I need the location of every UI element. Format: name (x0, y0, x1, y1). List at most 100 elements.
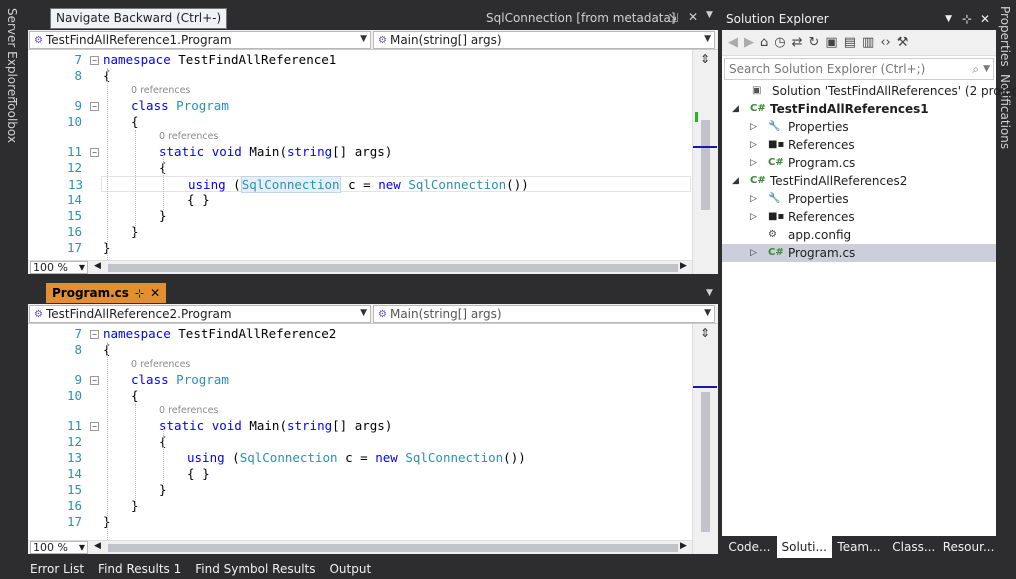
app-config-node[interactable]: ⚙ app.config (722, 226, 996, 244)
code-line[interactable]: 17} (28, 240, 692, 256)
program-cs-node[interactable]: ▷ C# Program.cs (722, 154, 996, 172)
references-node[interactable]: ▷ ■▪ References (722, 208, 996, 226)
code-line[interactable]: 9 class Program (28, 372, 692, 388)
scroll-right-icon[interactable]: ▶ (680, 541, 687, 551)
code-line[interactable]: 8{ (28, 342, 692, 358)
split-icon[interactable]: ⇕ (700, 326, 710, 340)
forward-icon[interactable]: ▶ (744, 35, 754, 50)
program-cs-node[interactable]: ▷ C# Program.cs (722, 244, 996, 262)
code-line[interactable]: 17} (28, 514, 692, 530)
tab-find-symbol-results[interactable]: Find Symbol Results (195, 560, 315, 579)
tab-output[interactable]: Output (329, 560, 371, 579)
code-line[interactable]: 14 { } (28, 192, 692, 208)
references-node[interactable]: ▷ ■▪ References (722, 136, 996, 154)
horizontal-scroll-thumb[interactable] (108, 264, 678, 272)
scroll-right-icon[interactable]: ▶ (680, 261, 687, 271)
codelens-references[interactable]: 0 references (131, 85, 190, 96)
solution-search-input[interactable]: Search Solution Explorer (Ctrl+;) ⌕ ▼ (724, 58, 994, 80)
metadata-document-title[interactable]: SqlConnection [from metadata] (486, 8, 676, 28)
codelens-references[interactable]: 0 references (131, 359, 190, 370)
codelens-references[interactable]: 0 references (159, 131, 218, 142)
type-dropdown[interactable]: ⚙ TestFindAllReference1.Program ▼ (29, 31, 371, 49)
close-icon[interactable]: ✕ (150, 286, 160, 300)
member-dropdown[interactable]: ⚙ Main(string[] args) ▼ (373, 31, 715, 49)
collapsed-arrow-icon[interactable]: ▷ (750, 154, 757, 172)
chevron-down-icon[interactable]: ▼ (706, 288, 713, 298)
code-line[interactable]: 10 { (28, 388, 692, 404)
tab-code-analysis[interactable]: Code... (722, 536, 777, 558)
close-icon[interactable]: ✕ (688, 10, 698, 24)
collapsed-arrow-icon[interactable]: ▷ (750, 208, 757, 226)
back-icon[interactable]: ◀ (728, 35, 738, 50)
code-line[interactable]: 15} (28, 208, 692, 224)
toolbox-tab[interactable]: Toolbox (5, 98, 19, 143)
collapsed-arrow-icon[interactable]: ▷ (750, 136, 757, 154)
project-node[interactable]: ◢ C# TestFindAllReferences1 (722, 100, 996, 118)
collapse-region-icon[interactable]: − (90, 330, 99, 339)
tab-class-view[interactable]: Class... (886, 536, 941, 558)
code-line[interactable]: 9 class Program (28, 98, 692, 114)
chevron-down-icon[interactable]: ▼ (706, 10, 713, 20)
collapse-region-icon[interactable]: − (90, 102, 99, 111)
code-line[interactable]: 16} (28, 498, 692, 514)
code-line[interactable]: 11 static void Main(string[] args) (28, 418, 692, 434)
zoom-dropdown[interactable]: 100 % ▼ (30, 541, 88, 554)
search-icon[interactable]: ⌕ (972, 59, 979, 79)
zoom-dropdown[interactable]: 100 % ▼ (30, 261, 88, 274)
code-line[interactable]: 13 using (SqlConnection c = new SqlConnec… (28, 450, 692, 466)
tab-find-results[interactable]: Find Results 1 (98, 560, 181, 579)
scroll-left-icon[interactable]: ◀ (94, 261, 101, 271)
chevron-down-icon[interactable]: ▼ (945, 8, 952, 30)
collapsed-arrow-icon[interactable]: ▷ (750, 190, 757, 208)
properties-wrench-icon[interactable]: ⚒ (897, 35, 909, 50)
code-line[interactable]: 16} (28, 224, 692, 240)
scroll-left-icon[interactable]: ◀ (94, 541, 101, 551)
type-dropdown[interactable]: ⚙ TestFindAllReference2.Program ▼ (29, 305, 371, 323)
code-line[interactable]: 7 namespace TestFindAllReference1 (28, 52, 692, 68)
chevron-down-icon[interactable]: ▼ (983, 59, 990, 79)
pin-icon[interactable]: ⊹ (135, 287, 144, 300)
top-vertical-scrollbar[interactable]: ⇕ (692, 50, 718, 274)
horizontal-scroll-thumb[interactable] (108, 544, 678, 552)
tab-program-cs[interactable]: Program.cs ⊹ ✕ (46, 283, 167, 303)
collapsed-arrow-icon[interactable]: ▷ (750, 244, 757, 262)
server-explorer-tab[interactable]: Server Explorer (5, 8, 19, 101)
properties-tab[interactable]: Properties (998, 6, 1012, 67)
code-line[interactable]: 10 { (28, 114, 692, 130)
scroll-thumb[interactable] (701, 120, 710, 210)
properties-node[interactable]: ▷ 🔧 Properties (722, 118, 996, 136)
top-code-editor[interactable]: 7 namespace TestFindAllReference1−8{0 ref… (28, 50, 692, 260)
sync-icon[interactable]: ⇄ (792, 35, 803, 50)
bottom-code-editor[interactable]: 7 namespace TestFindAllReference2−8{0 ref… (28, 324, 692, 540)
tab-resource-view[interactable]: Resour... (941, 536, 996, 558)
collapse-region-icon[interactable]: − (90, 56, 99, 65)
member-dropdown[interactable]: ⚙ Main(string[] args) ▼ (373, 305, 715, 323)
close-icon[interactable]: ✕ (980, 8, 990, 30)
properties-node[interactable]: ▷ 🔧 Properties (722, 190, 996, 208)
show-all-files-icon[interactable]: ▤ (844, 35, 856, 50)
tab-error-list[interactable]: Error List (30, 560, 84, 579)
refresh-icon[interactable]: ↻ (809, 35, 820, 50)
code-line[interactable]: 11 static void Main(string[] args) (28, 144, 692, 160)
collapse-region-icon[interactable]: − (90, 148, 99, 157)
history-icon[interactable]: ◷ (774, 35, 785, 50)
tab-solution-explorer[interactable]: Soluti... (776, 536, 832, 558)
code-line[interactable]: 12{ (28, 434, 692, 450)
code-line[interactable]: 12{ (28, 160, 692, 176)
home-icon[interactable]: ⌂ (760, 35, 768, 50)
code-line[interactable]: 13 using (SqlConnection c = new SqlConnec… (68, 176, 691, 193)
expanded-arrow-icon[interactable]: ◢ (732, 172, 739, 190)
project-node[interactable]: ◢ C# TestFindAllReferences2 (722, 172, 996, 190)
bottom-vertical-scrollbar[interactable]: ⇕ (692, 324, 718, 554)
expanded-arrow-icon[interactable]: ◢ (732, 100, 739, 118)
collapse-all-icon[interactable]: ▣ (825, 35, 837, 50)
code-view-icon[interactable]: ‹› (880, 35, 890, 50)
solution-node[interactable]: ▣ Solution 'TestFindAllReferences' (2 pro… (722, 82, 1016, 100)
collapse-region-icon[interactable]: − (90, 422, 99, 431)
pin-icon[interactable]: ⊹ (962, 8, 972, 30)
code-line[interactable]: 15} (28, 482, 692, 498)
scroll-thumb[interactable] (701, 392, 710, 532)
split-icon[interactable]: ⇕ (700, 52, 710, 66)
code-line[interactable]: 8{ (28, 68, 692, 84)
toggle-icon[interactable]: ⇲ (668, 11, 678, 25)
